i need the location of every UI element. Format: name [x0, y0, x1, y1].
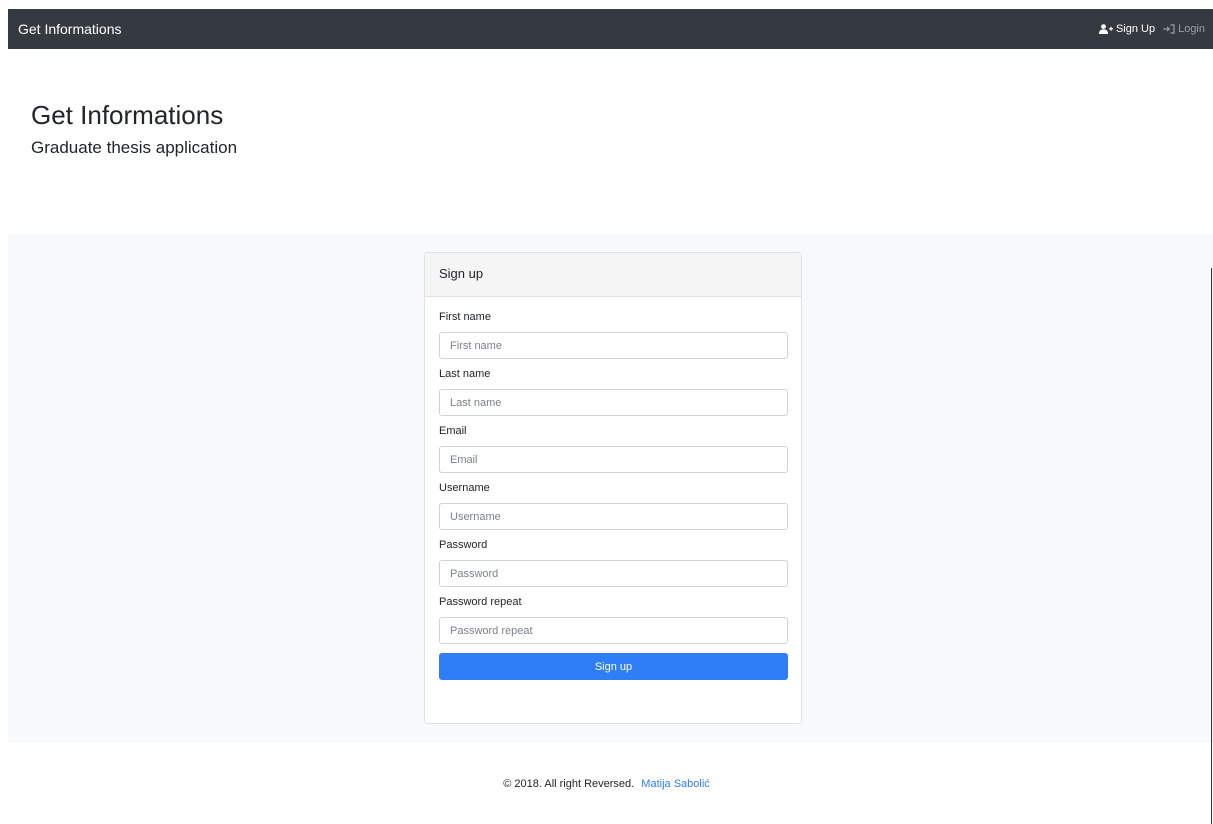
footer-copyright: © 2018. All right Reversed.: [503, 778, 635, 790]
first-name-input[interactable]: [439, 332, 788, 359]
sign-up-button[interactable]: Sign up: [439, 653, 788, 680]
username-group: Username: [439, 482, 788, 530]
password-group: Password: [439, 539, 788, 587]
email-input[interactable]: [439, 446, 788, 473]
user-plus-icon: [1098, 24, 1113, 34]
nav-link-sign-up-label: Sign Up: [1115, 23, 1156, 35]
nav-link-login-label: Login: [1178, 23, 1205, 35]
navbar-links: Sign Up Login: [1098, 9, 1213, 49]
footer-author-link[interactable]: Matija Sabolić: [641, 778, 709, 790]
first-name-group: First name: [439, 311, 788, 359]
signup-card: Sign up First name Last name Email Usern…: [424, 252, 802, 724]
username-label: Username: [439, 482, 490, 494]
last-name-label: Last name: [439, 368, 491, 380]
password-input[interactable]: [439, 560, 788, 587]
signup-card-header: Sign up: [425, 253, 801, 297]
first-name-label: First name: [439, 311, 491, 323]
page-footer: © 2018. All right Reversed. Matija Sabol…: [0, 778, 1213, 790]
password-repeat-group: Password repeat: [439, 596, 788, 644]
nav-link-login[interactable]: Login: [1163, 23, 1213, 35]
sign-in-icon: [1163, 24, 1175, 34]
nav-link-sign-up[interactable]: Sign Up: [1098, 23, 1156, 35]
scrollbar-track[interactable]: [1211, 268, 1212, 824]
top-navbar: Get Informations Sign Up Login: [8, 9, 1213, 49]
email-group: Email: [439, 425, 788, 473]
page-title: Get Informations: [31, 100, 224, 130]
password-repeat-label: Password repeat: [439, 596, 522, 608]
username-input[interactable]: [439, 503, 788, 530]
password-repeat-input[interactable]: [439, 617, 788, 644]
email-label: Email: [439, 425, 467, 437]
password-label: Password: [439, 539, 488, 551]
last-name-input[interactable]: [439, 389, 788, 416]
signup-form: First name Last name Email Username Pass…: [425, 297, 801, 680]
page-subtitle: Graduate thesis application: [31, 138, 238, 157]
navbar-brand[interactable]: Get Informations: [18, 21, 122, 37]
last-name-group: Last name: [439, 368, 788, 416]
page-header: Get Informations Graduate thesis applica…: [31, 100, 237, 158]
